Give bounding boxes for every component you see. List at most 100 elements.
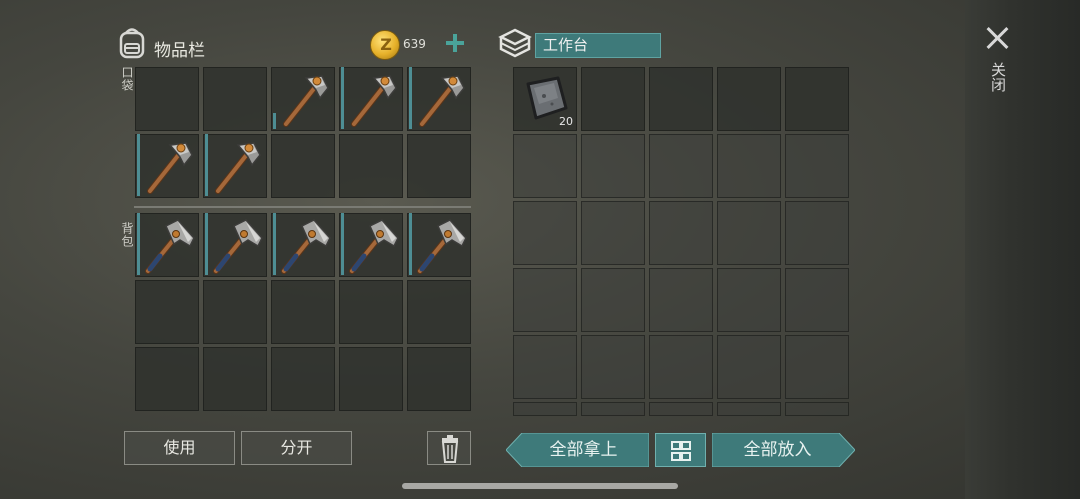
item-quantity: 20 [559, 115, 573, 128]
empty-slot[interactable] [785, 134, 849, 198]
empty-slot[interactable] [135, 280, 199, 344]
empty-slot[interactable] [339, 280, 403, 344]
empty-slot[interactable] [717, 335, 781, 399]
empty-slot[interactable] [339, 347, 403, 411]
empty-slot[interactable] [271, 280, 335, 344]
hatchet-icon [213, 219, 263, 274]
empty-slot[interactable] [407, 347, 471, 411]
empty-slot[interactable] [581, 201, 645, 265]
workbench-icon [497, 27, 533, 59]
empty-slot[interactable] [649, 402, 713, 416]
empty-slot[interactable] [717, 134, 781, 198]
slot-hammer[interactable] [271, 67, 335, 131]
close-icon[interactable] [984, 24, 1012, 52]
durability-bar [409, 213, 412, 275]
empty-slot[interactable] [513, 134, 577, 198]
empty-slot[interactable] [649, 335, 713, 399]
durability-bar [341, 213, 344, 275]
empty-slot[interactable] [649, 67, 713, 131]
slot-hatchet[interactable] [339, 213, 403, 277]
empty-slot[interactable] [513, 201, 577, 265]
empty-slot[interactable] [581, 335, 645, 399]
empty-slot[interactable] [717, 402, 781, 416]
trash-icon [441, 435, 459, 463]
empty-slot[interactable] [717, 268, 781, 332]
empty-slot[interactable] [785, 402, 849, 416]
close-label[interactable]: 关闭 [988, 62, 1009, 92]
put-all-button[interactable]: 全部放入 [712, 433, 855, 467]
slot-hammer[interactable] [135, 134, 199, 198]
empty-slot[interactable] [513, 402, 577, 416]
empty-slot[interactable] [717, 67, 781, 131]
empty-slot[interactable] [271, 347, 335, 411]
pocket-label: 口袋 [120, 66, 134, 92]
empty-slot[interactable] [785, 268, 849, 332]
empty-slot[interactable] [785, 67, 849, 131]
slot-hammer[interactable] [203, 134, 267, 198]
empty-slot[interactable] [785, 335, 849, 399]
slot-hammer[interactable] [407, 67, 471, 131]
empty-slot[interactable] [513, 335, 577, 399]
add-currency-button[interactable] [444, 32, 466, 54]
empty-slot[interactable] [581, 402, 645, 416]
empty-slot[interactable] [135, 67, 199, 131]
empty-slot[interactable] [271, 134, 335, 198]
empty-slot[interactable] [203, 67, 267, 131]
take-all-label: 全部拿上 [549, 440, 618, 460]
empty-slot[interactable] [581, 67, 645, 131]
durability-bar [205, 213, 208, 275]
slot-hatchet[interactable] [203, 213, 267, 277]
put-all-label: 全部放入 [743, 440, 812, 460]
section-divider [134, 206, 471, 208]
durability-bar [205, 134, 208, 196]
split-button[interactable]: 分开 [241, 431, 352, 465]
home-indicator[interactable] [402, 483, 678, 489]
backpack-icon [116, 26, 148, 60]
empty-slot[interactable] [785, 201, 849, 265]
slot-hatchet[interactable] [271, 213, 335, 277]
use-button[interactable]: 使用 [124, 431, 235, 465]
slot-iron-plate[interactable]: 20 [513, 67, 577, 131]
slot-hammer[interactable] [339, 67, 403, 131]
empty-slot[interactable] [649, 268, 713, 332]
empty-slot[interactable] [203, 280, 267, 344]
hatchet-icon [349, 219, 399, 274]
currency-amount: 639 [403, 37, 426, 51]
slot-hatchet[interactable] [407, 213, 471, 277]
hammer-icon [351, 75, 397, 127]
empty-slot[interactable] [203, 347, 267, 411]
durability-bar [341, 67, 344, 129]
durability-bar [137, 134, 140, 196]
durability-bar [137, 213, 140, 275]
slot-hatchet[interactable] [135, 213, 199, 277]
empty-slot[interactable] [649, 201, 713, 265]
grid-sort-icon [671, 441, 691, 461]
inventory-title: 物品栏 [154, 41, 205, 61]
hatchet-icon [417, 219, 467, 274]
workbench-title: 工作台 [535, 33, 661, 58]
empty-slot[interactable] [407, 280, 471, 344]
hammer-icon [147, 142, 193, 194]
backpack-label: 背包 [120, 222, 134, 248]
empty-slot[interactable] [407, 134, 471, 198]
empty-slot[interactable] [717, 201, 781, 265]
durability-bar [273, 113, 276, 129]
hatchet-icon [281, 219, 331, 274]
hammer-icon [283, 75, 329, 127]
empty-slot[interactable] [581, 268, 645, 332]
side-panel [965, 0, 1080, 499]
durability-bar [409, 67, 412, 129]
empty-slot[interactable] [135, 347, 199, 411]
trash-button[interactable] [427, 431, 471, 465]
empty-slot[interactable] [339, 134, 403, 198]
hatchet-icon [145, 219, 195, 274]
take-all-button[interactable]: 全部拿上 [506, 433, 649, 467]
sort-button[interactable] [655, 433, 706, 467]
empty-slot[interactable] [649, 134, 713, 198]
durability-bar [273, 213, 276, 275]
hammer-icon [419, 75, 465, 127]
empty-slot[interactable] [581, 134, 645, 198]
hammer-icon [215, 142, 261, 194]
empty-slot[interactable] [513, 268, 577, 332]
coin-icon: Z [370, 30, 400, 60]
